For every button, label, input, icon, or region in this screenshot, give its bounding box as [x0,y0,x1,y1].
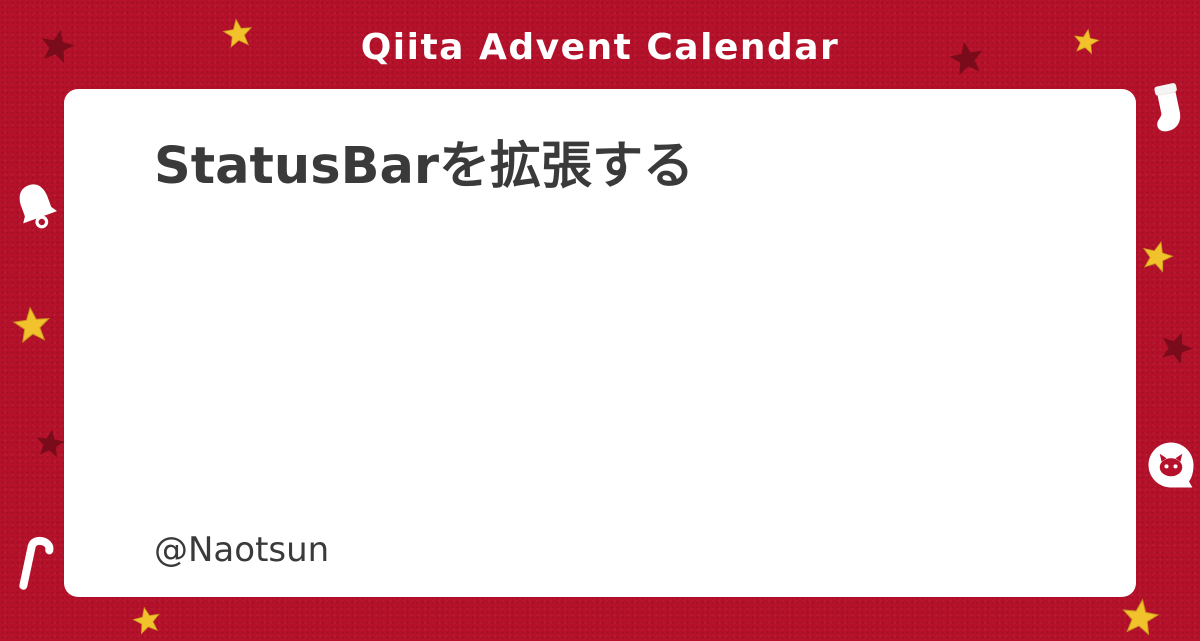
gold-star-icon [222,18,253,49]
qiita-cat-icon [1148,442,1194,488]
bell-icon [19,184,58,229]
gold-star-icon [1073,28,1100,55]
article-card[interactable]: StatusBarを拡張する @Naotsun [64,89,1136,597]
gold-star-icon [1142,240,1174,273]
dark-star-icon [36,429,65,458]
dark-star-icon [1162,332,1193,365]
gold-star-icon [132,606,160,635]
candy-cane-icon [19,536,54,590]
author-handle: @Naotsun [154,530,330,570]
gold-star-icon [1122,598,1160,636]
dark-star-icon [949,41,983,75]
article-title: StatusBarを拡張する [154,137,695,196]
calendar-header-title: Qiita Advent Calendar [360,27,840,68]
stocking-icon [1154,83,1181,132]
dark-star-icon [41,29,75,64]
gold-star-icon [12,306,51,344]
